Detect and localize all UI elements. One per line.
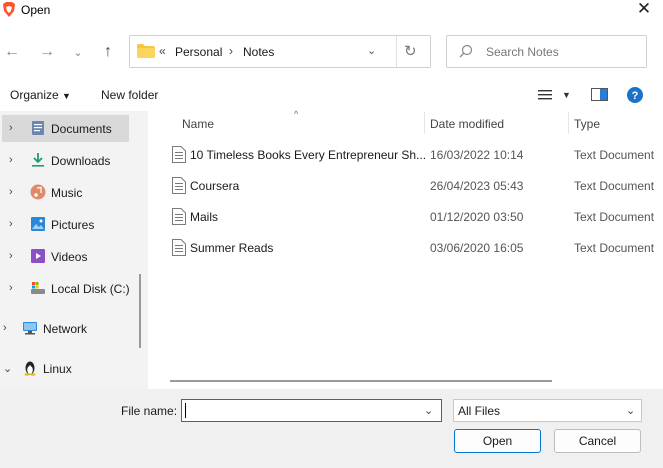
text-caret — [185, 403, 186, 418]
file-row[interactable]: 10 Timeless Books Every Entrepreneur Sh.… — [150, 140, 663, 170]
folder-icon — [137, 44, 155, 58]
column-header-name[interactable]: Name — [182, 117, 214, 131]
refresh-icon[interactable]: ↻ — [404, 42, 417, 60]
back-icon: ← — [4, 43, 20, 60]
sidebar-item-label: Music — [51, 186, 83, 200]
linux-icon — [22, 360, 38, 376]
chevron-right-icon: › — [9, 282, 13, 294]
chevron-right-icon: › — [9, 186, 13, 198]
file-type: Text Document — [574, 148, 655, 162]
sidebar-item-videos[interactable]: › Videos — [0, 244, 140, 270]
file-date: 16/03/2022 10:14 — [430, 148, 524, 162]
cancel-button[interactable]: Cancel — [554, 429, 641, 453]
breadcrumb-separator: › — [229, 44, 233, 58]
chevron-right-icon: › — [9, 218, 13, 230]
file-name: 10 Timeless Books Every Entrepreneur Sh.… — [190, 148, 427, 162]
file-date: 26/04/2023 05:43 — [430, 179, 524, 193]
file-name: Summer Reads — [190, 241, 274, 255]
chevron-down-icon: ⌄ — [73, 46, 83, 59]
file-date: 01/12/2020 03:50 — [430, 210, 524, 224]
file-type-value: All Files — [458, 404, 501, 418]
search-icon — [459, 44, 473, 61]
column-divider[interactable] — [424, 112, 425, 134]
chevron-down-icon[interactable]: ⌄ — [626, 404, 635, 417]
forward-button[interactable]: → — [35, 40, 59, 64]
back-button[interactable]: ← — [0, 40, 24, 64]
column-header-type[interactable]: Type — [574, 117, 600, 131]
open-button[interactable]: Open — [454, 429, 541, 453]
chevron-right-icon: › — [9, 154, 13, 166]
organize-button[interactable]: Organize ▼ — [10, 88, 71, 102]
column-divider[interactable] — [568, 112, 569, 134]
window-title: Open — [21, 3, 51, 17]
file-date: 03/06/2020 16:05 — [430, 241, 524, 255]
up-arrow-icon: ↑ — [104, 43, 112, 60]
sidebar-item-label: Videos — [51, 250, 88, 264]
view-dropdown-icon[interactable]: ▼ — [562, 90, 571, 100]
sidebar-item-music[interactable]: › Music — [0, 180, 140, 206]
sidebar-item-documents[interactable]: › Documents — [0, 116, 140, 142]
file-type: Text Document — [574, 179, 655, 193]
sidebar-item-linux[interactable]: ⌄ Linux — [0, 356, 140, 382]
chevron-right-icon: › — [9, 122, 13, 134]
horizontal-scrollbar[interactable] — [170, 380, 552, 382]
file-row[interactable]: Coursera 26/04/2023 05:43 Text Document — [150, 171, 663, 201]
view-options-icon[interactable] — [538, 89, 552, 104]
drive-icon — [30, 280, 46, 296]
breadcrumb-overflow[interactable]: « — [159, 44, 166, 58]
file-row[interactable]: Mails 01/12/2020 03:50 Text Document — [150, 202, 663, 232]
file-name-dropdown-icon[interactable]: ⌄ — [424, 404, 433, 417]
up-button[interactable]: ↑ — [96, 40, 120, 64]
breadcrumb-personal[interactable]: Personal — [175, 45, 222, 59]
chevron-right-icon: › — [3, 322, 7, 334]
downloads-icon — [30, 152, 46, 168]
breadcrumb-notes[interactable]: Notes — [243, 45, 274, 59]
text-file-icon — [172, 208, 186, 225]
network-icon — [22, 320, 38, 336]
search-input[interactable]: Search Notes — [486, 45, 559, 59]
file-name: Mails — [190, 210, 219, 224]
dropdown-arrow-icon: ▼ — [62, 91, 71, 101]
recent-locations-button[interactable]: ⌄ — [66, 40, 90, 64]
address-divider — [396, 36, 397, 67]
help-icon[interactable]: ? — [627, 87, 643, 106]
file-type: Text Document — [574, 210, 655, 224]
music-icon — [30, 184, 46, 200]
text-file-icon — [172, 239, 186, 256]
sidebar-item-network[interactable]: › Network — [0, 316, 140, 342]
chevron-right-icon: › — [9, 250, 13, 262]
sidebar-item-pictures[interactable]: › Pictures — [0, 212, 140, 238]
address-dropdown-button[interactable]: ⌄ — [367, 44, 376, 57]
sidebar-item-label: Documents — [51, 122, 112, 136]
text-file-icon — [172, 146, 186, 163]
file-name-input[interactable] — [181, 399, 442, 422]
svg-text:?: ? — [632, 90, 639, 102]
sidebar-item-label: Downloads — [51, 154, 111, 168]
file-name: Coursera — [190, 179, 240, 193]
sidebar-item-downloads[interactable]: › Downloads — [0, 148, 140, 174]
sidebar-item-local-disk[interactable]: › Local Disk (C:) — [0, 276, 140, 302]
documents-icon — [30, 120, 46, 136]
preview-pane-icon[interactable] — [591, 88, 608, 104]
file-type: Text Document — [574, 241, 655, 255]
text-file-icon — [172, 177, 186, 194]
file-row[interactable]: Summer Reads 03/06/2020 16:05 Text Docum… — [150, 233, 663, 263]
sidebar-item-label: Local Disk (C:) — [51, 282, 130, 296]
column-header-date[interactable]: Date modified — [430, 117, 504, 131]
sort-ascending-icon: ^ — [294, 109, 299, 119]
sidebar-item-label: Pictures — [51, 218, 95, 232]
close-button[interactable]: ✕ — [632, 0, 656, 20]
videos-icon — [30, 248, 46, 264]
sidebar-item-label: Network — [43, 322, 88, 336]
title-bar — [0, 0, 663, 22]
file-name-label: File name: — [121, 404, 178, 418]
forward-icon: → — [39, 43, 55, 60]
chevron-down-icon: ⌄ — [3, 363, 13, 375]
pictures-icon — [30, 216, 46, 232]
new-folder-button[interactable]: New folder — [101, 88, 158, 102]
app-icon — [1, 1, 17, 18]
sidebar-item-label: Linux — [43, 362, 72, 376]
